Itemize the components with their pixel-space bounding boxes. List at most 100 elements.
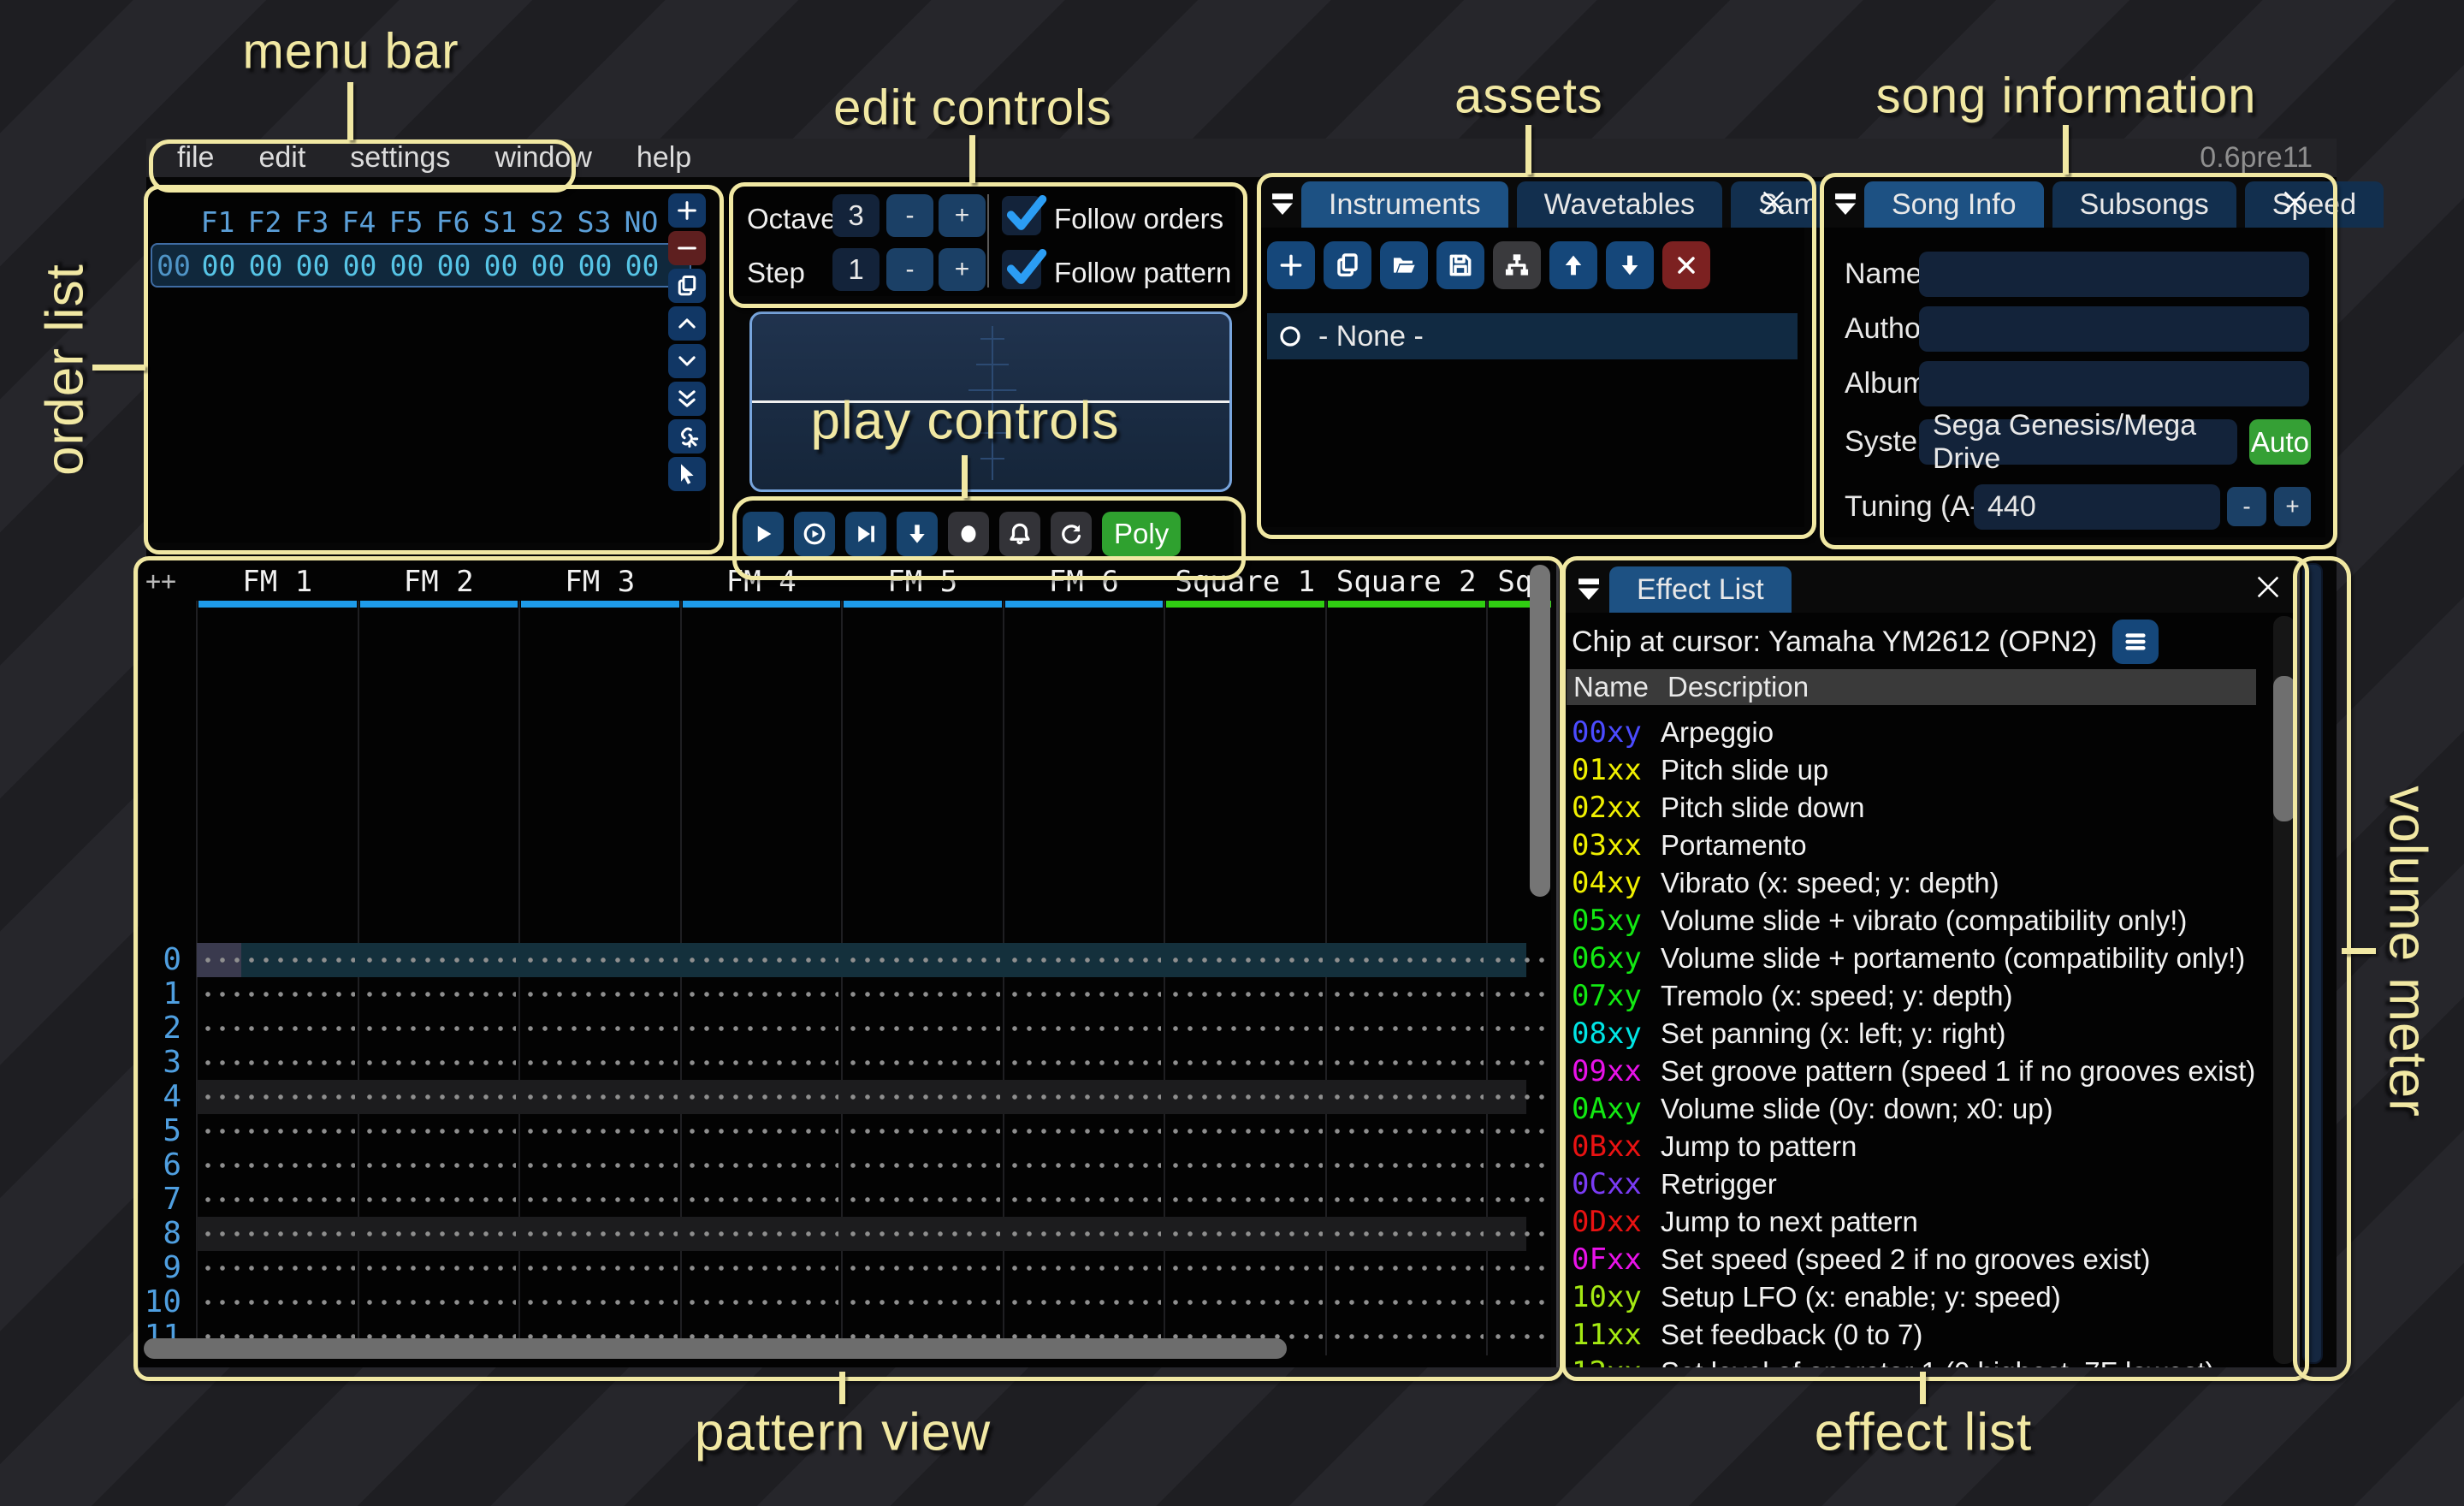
empty-pattern-cells[interactable]: [1490, 1285, 1551, 1319]
duplicate-asset-button[interactable]: [1324, 241, 1371, 289]
pattern-row[interactable]: 10: [139, 1285, 1551, 1319]
octave-value[interactable]: 3: [832, 194, 880, 237]
pattern-row[interactable]: 9: [139, 1251, 1551, 1285]
empty-pattern-cells[interactable]: [1007, 977, 1162, 1011]
album-field[interactable]: [1919, 361, 2309, 406]
pattern-row[interactable]: 6: [139, 1148, 1551, 1183]
octave-decrement-button[interactable]: -: [886, 194, 933, 237]
move-order-up-button[interactable]: [668, 306, 706, 341]
empty-pattern-cells[interactable]: [845, 1114, 1000, 1148]
empty-pattern-cells[interactable]: [684, 1114, 839, 1148]
pattern-row[interactable]: 2: [139, 1011, 1551, 1046]
empty-pattern-cells[interactable]: [1168, 1217, 1323, 1251]
tuning-field[interactable]: 440: [1974, 484, 2220, 530]
empty-pattern-cells[interactable]: [200, 1046, 355, 1080]
empty-pattern-cells[interactable]: [1168, 1183, 1323, 1217]
empty-pattern-cells[interactable]: [200, 1183, 355, 1217]
order-cell[interactable]: 00: [619, 249, 666, 282]
metronome-button[interactable]: [999, 512, 1040, 556]
empty-pattern-cells[interactable]: [1330, 943, 1484, 977]
empty-pattern-cells[interactable]: [845, 977, 1000, 1011]
empty-pattern-cells[interactable]: [1007, 1046, 1162, 1080]
empty-pattern-cells[interactable]: [1330, 1285, 1484, 1319]
system-field[interactable]: Sega Genesis/Mega Drive: [1919, 419, 2237, 465]
empty-pattern-cells[interactable]: [1168, 1011, 1323, 1046]
empty-pattern-cells[interactable]: [845, 1183, 1000, 1217]
order-row[interactable]: 0000000000000000000000: [151, 243, 691, 288]
empty-pattern-cells[interactable]: [1490, 1046, 1551, 1080]
pattern-row[interactable]: 7: [139, 1183, 1551, 1217]
effect-row[interactable]: 0FxxSet speed (speed 2 if no grooves exi…: [1565, 1241, 2299, 1278]
tab-song-info[interactable]: Song Info: [1864, 181, 2044, 228]
tab-instruments[interactable]: Instruments: [1301, 181, 1508, 228]
empty-pattern-cells[interactable]: [1007, 1217, 1162, 1251]
empty-pattern-cells[interactable]: [1330, 1114, 1484, 1148]
empty-pattern-cells[interactable]: [1168, 1114, 1323, 1148]
pattern-vertical-scrollbar[interactable]: [1530, 565, 1550, 897]
channel-header-fm-5[interactable]: FM 5: [842, 563, 1004, 601]
empty-pattern-cells[interactable]: [523, 1114, 678, 1148]
tab-effect-list[interactable]: Effect List: [1609, 566, 1792, 613]
effect-row[interactable]: 06xyVolume slide + portamento (compatibi…: [1565, 940, 2299, 977]
window-collapse-icon[interactable]: [1267, 181, 1298, 228]
order-cell[interactable]: 00: [336, 249, 383, 282]
empty-pattern-cells[interactable]: [1007, 1080, 1162, 1114]
follow-orders-checkbox[interactable]: [1002, 196, 1041, 235]
empty-pattern-cells[interactable]: [362, 977, 517, 1011]
empty-pattern-cells[interactable]: [1490, 977, 1551, 1011]
empty-pattern-cells[interactable]: [200, 1011, 355, 1046]
empty-pattern-cells[interactable]: [684, 1148, 839, 1183]
empty-pattern-cells[interactable]: [1490, 1011, 1551, 1046]
empty-pattern-cells[interactable]: [1168, 1251, 1323, 1285]
empty-pattern-cells[interactable]: [1168, 1148, 1323, 1183]
order-cell[interactable]: 00: [572, 249, 619, 282]
empty-pattern-cells[interactable]: [1168, 977, 1323, 1011]
order-cell[interactable]: 00: [289, 249, 336, 282]
empty-pattern-cells[interactable]: [845, 1217, 1000, 1251]
empty-pattern-cells[interactable]: [362, 1183, 517, 1217]
empty-pattern-cells[interactable]: [1007, 1114, 1162, 1148]
name-field[interactable]: [1919, 252, 2309, 297]
empty-pattern-cells[interactable]: [523, 1251, 678, 1285]
channel-header-square-2[interactable]: Square 2: [1326, 563, 1488, 601]
pattern-horizontal-scrollbar[interactable]: [144, 1338, 1287, 1359]
save-asset-button[interactable]: [1436, 241, 1484, 289]
close-icon[interactable]: [2251, 570, 2285, 604]
pattern-row[interactable]: 4: [139, 1080, 1551, 1114]
empty-pattern-cells[interactable]: [523, 1217, 678, 1251]
pattern-effect-splitter[interactable]: [1556, 561, 1559, 1367]
effect-row[interactable]: 01xxPitch slide up: [1565, 751, 2299, 789]
empty-pattern-cells[interactable]: [845, 943, 1000, 977]
order-cell[interactable]: 00: [524, 249, 572, 282]
play-button[interactable]: [743, 512, 784, 556]
duplicate-order-to-end-button[interactable]: [668, 382, 706, 416]
empty-pattern-cells[interactable]: [845, 1080, 1000, 1114]
effect-row[interactable]: 12xxSet level of operator 1 (0 highest, …: [1565, 1354, 2299, 1367]
empty-pattern-cells[interactable]: [684, 1251, 839, 1285]
empty-pattern-cells[interactable]: [362, 1046, 517, 1080]
repeat-pattern-button[interactable]: [1051, 512, 1092, 556]
pattern-row[interactable]: 5: [139, 1114, 1551, 1148]
empty-pattern-cells[interactable]: [845, 1251, 1000, 1285]
effect-row[interactable]: 0AxyVolume slide (0y: down; x0: up): [1565, 1090, 2299, 1128]
empty-pattern-cells[interactable]: [1330, 1319, 1484, 1354]
add-order-button[interactable]: [668, 193, 706, 228]
asset-list-item[interactable]: - None -: [1267, 313, 1798, 359]
empty-pattern-cells[interactable]: [200, 1080, 355, 1114]
empty-pattern-cells[interactable]: [1168, 1080, 1323, 1114]
empty-pattern-cells[interactable]: [1330, 1046, 1484, 1080]
empty-pattern-cells[interactable]: [1330, 977, 1484, 1011]
pattern-expand-corner[interactable]: ++: [145, 566, 176, 596]
empty-pattern-cells[interactable]: [1330, 1217, 1484, 1251]
empty-pattern-cells[interactable]: [523, 1183, 678, 1217]
empty-pattern-cells[interactable]: [1490, 1148, 1551, 1183]
pattern-row[interactable]: 3: [139, 1046, 1551, 1080]
tab-speed[interactable]: Speed: [2245, 181, 2384, 228]
empty-pattern-cells[interactable]: [1490, 1080, 1551, 1114]
empty-pattern-cells[interactable]: [1490, 1114, 1551, 1148]
effect-row[interactable]: 0CxxRetrigger: [1565, 1165, 2299, 1203]
empty-pattern-cells[interactable]: [362, 1251, 517, 1285]
empty-pattern-cells[interactable]: [1007, 1011, 1162, 1046]
step-value[interactable]: 1: [832, 248, 880, 291]
menu-item-help[interactable]: help: [614, 141, 714, 175]
